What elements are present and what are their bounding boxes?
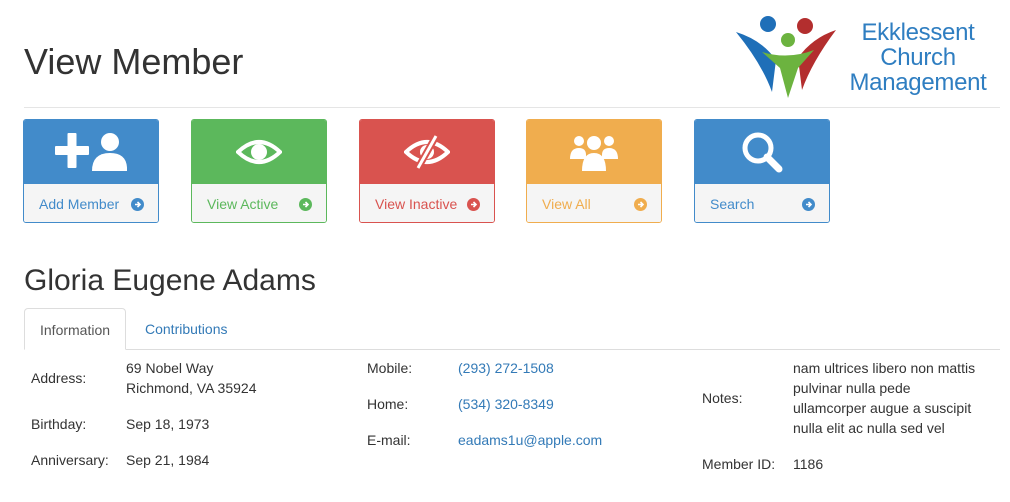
home-label: Home: <box>367 396 409 412</box>
arrow-circle-right-icon <box>467 197 480 211</box>
search-label: Search <box>710 196 755 212</box>
view-inactive-label: View Inactive <box>375 196 458 212</box>
arrow-circle-right-icon <box>634 197 647 211</box>
arrow-circle-right-icon <box>802 197 815 211</box>
address-label: Address: <box>31 370 87 386</box>
eye-icon <box>236 139 282 164</box>
tab-information[interactable]: Information <box>24 308 127 350</box>
view-active-label: View Active <box>207 196 279 212</box>
view-all-label: View All <box>542 196 591 212</box>
view-all-tile[interactable]: View All <box>526 119 662 223</box>
email-link[interactable]: eadams1u@apple.com <box>458 430 602 450</box>
home-phone-link[interactable]: (534) 320-8349 <box>458 394 554 414</box>
mobile-phone-link[interactable]: (293) 272-1508 <box>458 358 554 378</box>
view-active-tile[interactable]: View Active <box>191 119 327 223</box>
notes-line-3: ullamcorper augue a suscipit <box>793 400 972 416</box>
notes-line-1: nam ultrices libero non mattis <box>793 360 976 376</box>
add-user-icon <box>55 132 127 171</box>
add-member-tile[interactable]: Add Member <box>23 119 159 223</box>
member-id-value: 1186 <box>793 456 824 472</box>
add-member-label: Add Member <box>39 196 120 212</box>
eye-slash-icon <box>404 133 450 170</box>
anniversary-value: Sep 21, 1984 <box>126 452 210 468</box>
view-inactive-tile[interactable]: View Inactive <box>359 119 495 223</box>
header-divider <box>24 107 1000 108</box>
notes-line-4: nulla elit ac nulla sed vel <box>793 420 945 436</box>
users-group-icon <box>570 135 618 171</box>
notes-line-2: pulvinar nulla pede <box>793 380 911 396</box>
tab-contributions[interactable]: Contributions <box>130 308 243 350</box>
logo-text: Ekklessent Church Management <box>849 19 987 96</box>
birthday-value: Sep 18, 1973 <box>126 416 210 432</box>
member-id-label: Member ID: <box>702 456 776 472</box>
address-line-1: 69 Nobel Way <box>126 360 214 376</box>
arrow-circle-right-icon <box>131 197 144 211</box>
member-tabs: Information Contributions <box>24 308 1000 350</box>
search-tile[interactable]: Search <box>694 119 830 223</box>
birthday-label: Birthday: <box>31 416 87 432</box>
address-line-2: Richmond, VA 35924 <box>126 380 257 396</box>
anniversary-label: Anniversary: <box>31 452 109 468</box>
mobile-label: Mobile: <box>367 360 413 376</box>
page-title: View Member <box>24 41 244 82</box>
email-label: E-mail: <box>367 432 411 448</box>
arrow-circle-right-icon <box>299 197 312 211</box>
member-name: Gloria Eugene Adams <box>24 264 316 297</box>
search-icon <box>742 132 783 172</box>
notes-label: Notes: <box>702 390 743 406</box>
